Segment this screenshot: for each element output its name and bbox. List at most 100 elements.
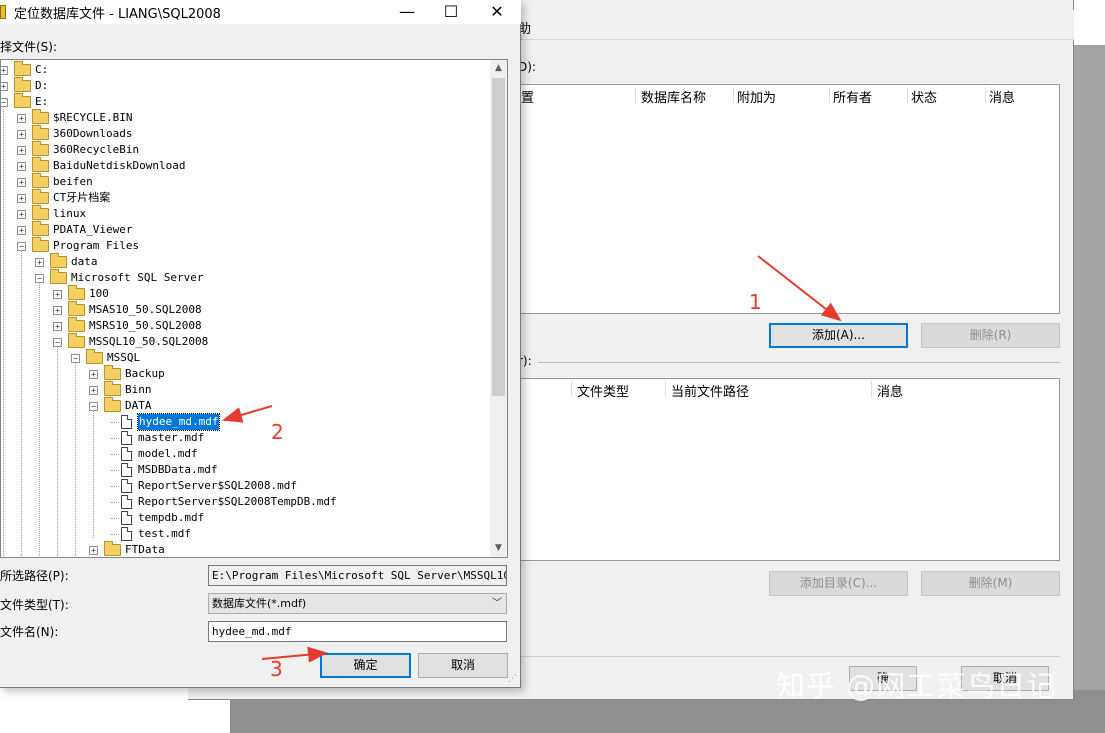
tree-node[interactable]: test.mdf xyxy=(1,526,471,542)
file-icon xyxy=(121,495,132,509)
col-owner[interactable]: 所有者 xyxy=(833,87,872,106)
expand-icon[interactable]: + xyxy=(17,130,26,139)
col-location[interactable]: 置 xyxy=(521,87,534,106)
file-name-input[interactable]: hydee_md.mdf xyxy=(208,621,507,642)
expand-icon[interactable]: + xyxy=(17,194,26,203)
tree-node-label: Microsoft SQL Server xyxy=(71,271,204,284)
title-bar[interactable]: 定位数据库文件 - LIANG\SQL2008 — ☐ ✕ xyxy=(0,0,521,24)
selected-path-field[interactable]: E:\Program Files\Microsoft SQL Server\MS… xyxy=(208,565,507,586)
chevron-down-icon[interactable]: ﹀ xyxy=(492,594,502,613)
tree-node-label: data xyxy=(71,255,98,268)
file-tree[interactable]: + C: + D: − E: + $RECYCLE.BIN +360Downloads +360R… xyxy=(0,59,508,558)
resize-grip-icon[interactable]: ⋰ xyxy=(508,674,520,686)
cancel-button[interactable]: 取消 xyxy=(418,653,508,678)
tree-node[interactable]: master.mdf xyxy=(1,430,471,446)
tree-node[interactable]: − Microsoft SQL Server xyxy=(1,269,471,286)
tree-node-label: 360RecycleBin xyxy=(53,143,140,156)
col-file-type[interactable]: 文件类型 xyxy=(577,381,629,400)
vertical-scrollbar[interactable]: ▲ ▼ xyxy=(490,60,507,557)
file-name-label: 文件名(N): xyxy=(0,625,59,639)
col-attach-as[interactable]: 附加为 xyxy=(737,87,776,106)
ok-button[interactable]: 确定 xyxy=(320,653,411,678)
tree-node-label: ReportServer$SQL2008TempDB.mdf xyxy=(138,495,337,508)
tree-node[interactable]: hydee_md.mdf xyxy=(1,413,471,431)
remove-button[interactable]: 删除(R) xyxy=(921,323,1060,348)
close-icon[interactable]: ✕ xyxy=(474,0,520,24)
tree-node[interactable]: + $RECYCLE.BIN xyxy=(1,109,471,126)
folder-icon xyxy=(14,93,31,108)
tree-node[interactable]: − MSSQL xyxy=(1,349,471,366)
tree-node[interactable]: + C: xyxy=(1,61,471,78)
tree-node[interactable]: +360RecycleBin xyxy=(1,141,471,158)
tree-node-label: CT牙片档案 xyxy=(53,191,111,204)
tree-node[interactable]: +100 xyxy=(1,285,471,302)
file-icon xyxy=(121,527,132,541)
tree-node[interactable]: + MSAS10_50.SQL2008 xyxy=(1,301,471,318)
col-message-2[interactable]: 消息 xyxy=(877,381,903,400)
expand-icon[interactable]: + xyxy=(89,546,98,555)
expand-icon[interactable]: + xyxy=(53,306,62,315)
tree-node[interactable]: ReportServer$SQL2008.mdf xyxy=(1,478,471,494)
maximize-icon[interactable]: ☐ xyxy=(428,0,474,24)
expand-icon[interactable]: + xyxy=(17,114,26,123)
tree-node[interactable]: + beifen xyxy=(1,173,471,190)
tree-node[interactable]: + Backup xyxy=(1,365,471,382)
folder-icon xyxy=(32,141,49,156)
tree-node[interactable]: + MSRS10_50.SQL2008 xyxy=(1,317,471,334)
tree-node[interactable]: − Program Files xyxy=(1,237,471,254)
tree-node[interactable]: + D: xyxy=(1,77,471,94)
tree-node[interactable]: + PDATA_Viewer xyxy=(1,221,471,238)
col-status[interactable]: 状态 xyxy=(911,87,937,106)
tree-node[interactable]: tempdb.mdf xyxy=(1,510,471,526)
expand-icon[interactable]: + xyxy=(17,178,26,187)
tree-node[interactable]: + BaiduNetdiskDownload xyxy=(1,157,471,174)
add-catalog-button[interactable]: 添加目录(C)... xyxy=(769,571,908,596)
add-button[interactable]: 添加(A)... xyxy=(769,323,908,348)
col-current-path[interactable]: 当前文件路径 xyxy=(671,381,749,400)
tree-node[interactable]: +360Downloads xyxy=(1,125,471,142)
scroll-up-icon[interactable]: ▲ xyxy=(490,60,507,77)
tree-node-label: $RECYCLE.BIN xyxy=(53,111,133,124)
file-type-select[interactable]: 数据库文件(*.mdf) ﹀ xyxy=(208,593,507,614)
folder-icon xyxy=(14,77,31,92)
expand-icon[interactable]: + xyxy=(17,146,26,155)
remove-detail-button[interactable]: 删除(M) xyxy=(921,571,1060,596)
file-icon xyxy=(121,479,132,493)
tree-node[interactable]: − MSSQL10_50.SQL2008 xyxy=(1,333,471,350)
tree-node[interactable]: − DATA xyxy=(1,397,471,414)
file-type-label: 文件类型(T): xyxy=(0,598,69,612)
expand-icon[interactable]: + xyxy=(89,386,98,395)
selected-path-label: 所选路径(P): xyxy=(0,569,69,583)
expand-icon[interactable]: + xyxy=(53,290,62,299)
folder-icon xyxy=(32,205,49,220)
expand-icon[interactable]: + xyxy=(89,370,98,379)
annotation-number-2: 2 xyxy=(271,420,284,444)
tree-node[interactable]: + FTData xyxy=(1,541,471,557)
expand-icon[interactable]: + xyxy=(17,210,26,219)
scroll-down-icon[interactable]: ▼ xyxy=(490,540,507,557)
col-message[interactable]: 消息 xyxy=(989,87,1015,106)
tree-node[interactable]: + linux xyxy=(1,205,471,222)
tree-node[interactable]: + CT牙片档案 xyxy=(1,189,471,206)
scroll-thumb[interactable] xyxy=(492,78,505,396)
tree-guide-line xyxy=(57,346,58,557)
col-db-name[interactable]: 数据库名称 xyxy=(641,87,706,106)
expand-icon[interactable]: + xyxy=(1,82,8,91)
tree-connector xyxy=(111,422,119,423)
expand-icon[interactable]: + xyxy=(53,322,62,331)
expand-icon[interactable]: + xyxy=(35,258,44,267)
expand-icon[interactable]: + xyxy=(1,66,8,75)
folder-icon xyxy=(86,349,103,364)
tree-node[interactable]: MSDBData.mdf xyxy=(1,462,471,478)
database-details-table[interactable]: 文件类型 当前文件路径 消息 xyxy=(518,378,1060,561)
tree-node[interactable]: model.mdf xyxy=(1,446,471,462)
tree-node[interactable]: + Binn xyxy=(1,381,471,398)
tree-node[interactable]: ReportServer$SQL2008TempDB.mdf xyxy=(1,494,471,510)
tree-node[interactable]: − E: xyxy=(1,93,471,110)
expand-icon[interactable]: + xyxy=(17,162,26,171)
expand-icon[interactable]: + xyxy=(17,226,26,235)
minimize-icon[interactable]: — xyxy=(384,0,430,24)
tree-node[interactable]: + data xyxy=(1,253,471,270)
tree-node-label: MSSQL10_50.SQL2008 xyxy=(89,335,209,348)
databases-table[interactable]: 置 数据库名称 附加为 所有者 状态 消息 xyxy=(518,84,1060,314)
